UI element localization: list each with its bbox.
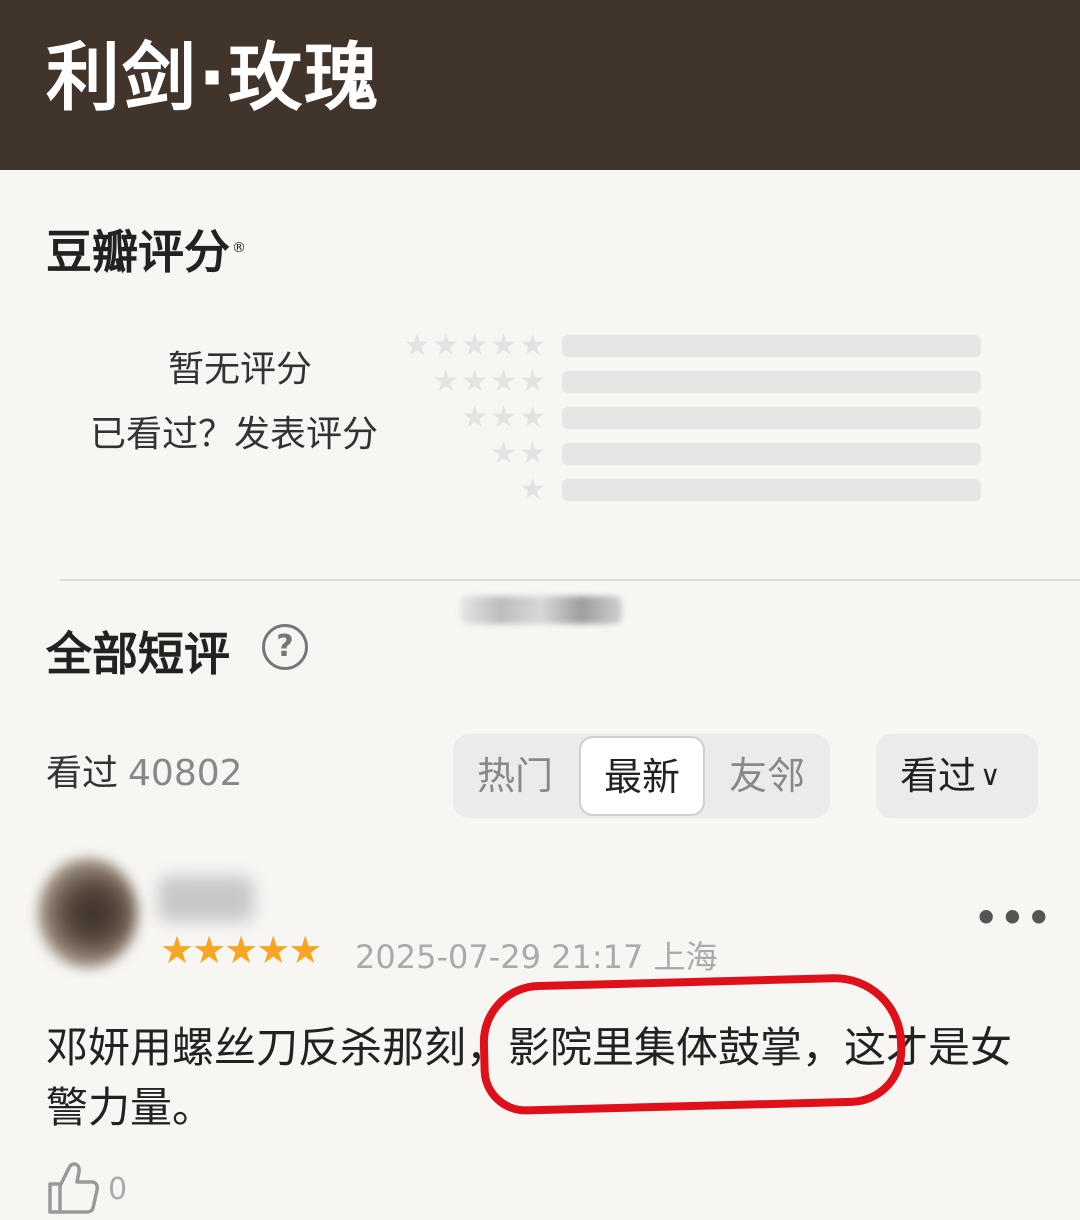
star-icon: ★ — [490, 328, 518, 363]
star-icon: ★ — [461, 328, 489, 363]
seen-count: 看过 40802 — [46, 744, 243, 796]
help-icon[interactable]: ? — [262, 624, 308, 670]
tab-hot[interactable]: 热门 — [453, 734, 577, 818]
rate-prompt-link[interactable]: 已看过？发表评分 — [90, 405, 378, 457]
sort-tabs: 热门 最新 友邻 — [453, 734, 830, 818]
tab-latest[interactable]: 最新 — [579, 736, 705, 816]
star-icon: ★ — [432, 328, 460, 363]
star-row-3: ★ ★ ★ — [461, 403, 546, 433]
thumbs-up-icon[interactable] — [46, 1160, 100, 1216]
seen-filter-dropdown[interactable]: 看过 ∨ — [876, 734, 1038, 818]
star-icon: ★ — [519, 400, 546, 435]
username-blurred[interactable] — [158, 876, 254, 922]
star-icon: ★ — [461, 364, 489, 399]
no-rating-label: 暂无评分 — [168, 349, 313, 390]
star-row-5: ★ ★ ★ ★ ★ — [403, 331, 546, 361]
red-circle-annotation — [478, 972, 907, 1116]
movie-title: 利剑·玫瑰 — [46, 35, 381, 121]
rating-bar-5 — [562, 335, 981, 357]
star-icon: ★ — [519, 436, 546, 471]
section-divider — [60, 579, 1080, 581]
rating-bar-4 — [562, 371, 981, 393]
star-icon: ★ — [461, 400, 489, 435]
comment-rating-stars: ★★★★★ — [160, 928, 322, 972]
comment-location: 上海 — [653, 938, 718, 976]
star-row-4: ★ ★ ★ ★ — [432, 367, 546, 397]
rating-section-title: 豆瓣评分 ® — [46, 216, 246, 282]
seen-count-number: 40802 — [128, 753, 243, 794]
filter-label: 看过 — [900, 754, 977, 798]
like-count: 0 — [108, 1172, 128, 1207]
seen-label: 看过 — [46, 753, 119, 794]
blurred-watermark — [460, 596, 622, 624]
reviews-section-title: 全部短评 — [46, 627, 230, 681]
rating-bar-2 — [562, 443, 981, 465]
star-row-2: ★ ★ — [490, 439, 546, 469]
star-icon: ★ — [519, 328, 546, 363]
star-icon: ★ — [490, 364, 518, 399]
star-icon: ★ — [519, 472, 546, 507]
star-icon: ★ — [490, 436, 518, 471]
tab-friends[interactable]: 友邻 — [705, 734, 829, 818]
app-header: 利剑·玫瑰 — [0, 0, 1080, 170]
rating-bar-1 — [562, 479, 981, 501]
chevron-down-icon: ∨ — [980, 759, 1001, 792]
more-icon[interactable]: ••• — [974, 896, 1053, 940]
star-icon: ★ — [490, 400, 518, 435]
rating-bar-3 — [562, 407, 981, 429]
comment-date: 2025-07-29 21:17 — [355, 938, 644, 976]
rating-title-text: 豆瓣评分 — [46, 225, 230, 279]
avatar[interactable] — [38, 858, 138, 968]
star-row-1: ★ — [519, 475, 546, 505]
star-icon: ★ — [519, 364, 546, 399]
star-icon: ★ — [432, 364, 460, 399]
comment-meta: 2025-07-29 21:17 上海 — [355, 932, 718, 978]
registered-mark: ® — [232, 239, 246, 256]
star-icon: ★ — [403, 328, 431, 363]
